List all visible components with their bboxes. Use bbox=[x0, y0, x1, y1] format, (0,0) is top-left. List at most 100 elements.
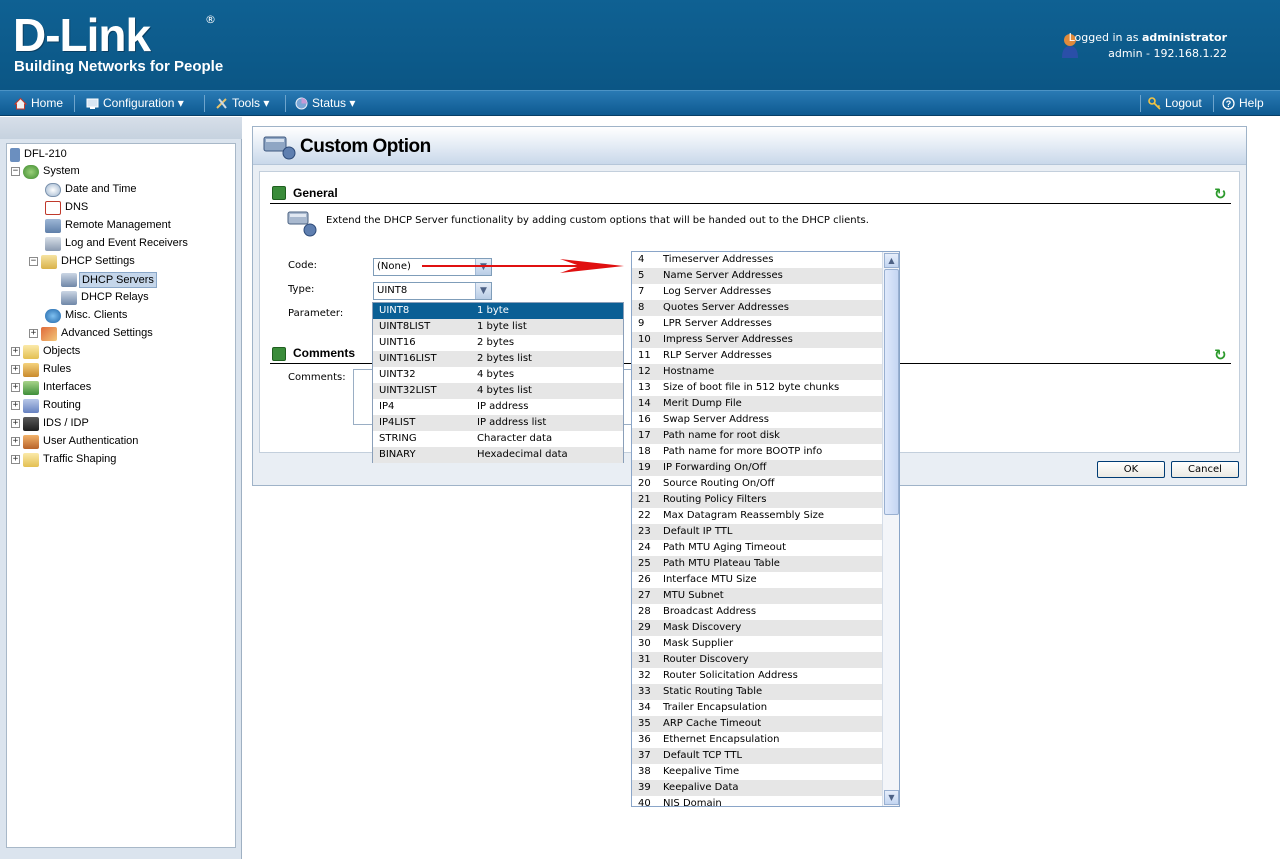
code-option[interactable]: 31 Router Discovery bbox=[632, 652, 883, 668]
code-option[interactable]: 5 Name Server Addresses bbox=[632, 268, 883, 284]
menu-tools[interactable]: Tools ▾ bbox=[215, 91, 269, 116]
tree-node-log-receivers[interactable]: Log and Event Receivers bbox=[45, 235, 190, 252]
code-option[interactable]: 29 Mask Discovery bbox=[632, 620, 883, 636]
code-option[interactable]: 17 Path name for root disk bbox=[632, 428, 883, 444]
scroll-up-icon[interactable]: ▲ bbox=[884, 253, 899, 268]
code-option[interactable]: 14 Merit Dump File bbox=[632, 396, 883, 412]
tree-node-traffic-shaping[interactable]: + Traffic Shaping bbox=[11, 451, 118, 468]
code-option[interactable]: 25 Path MTU Plateau Table bbox=[632, 556, 883, 572]
code-option[interactable]: 34 Trailer Encapsulation bbox=[632, 700, 883, 716]
type-option[interactable]: IP4 IP address bbox=[373, 399, 623, 415]
code-option[interactable]: 36 Ethernet Encapsulation bbox=[632, 732, 883, 748]
code-option-number: 12 bbox=[638, 366, 651, 377]
tree-node-dhcp-servers[interactable]: DHCP Servers bbox=[61, 271, 157, 288]
scrollbar[interactable]: ▲ ▼ bbox=[882, 252, 899, 806]
refresh-icon[interactable]: ↻ bbox=[1214, 187, 1228, 202]
expand-icon[interactable]: + bbox=[11, 365, 20, 374]
collapse-icon[interactable]: − bbox=[29, 257, 38, 266]
code-option[interactable]: 16 Swap Server Address bbox=[632, 412, 883, 428]
ok-button[interactable]: OK bbox=[1097, 461, 1165, 478]
code-option[interactable]: 12 Hostname bbox=[632, 364, 883, 380]
type-option[interactable]: UINT8 1 byte bbox=[373, 303, 623, 319]
menu-tools-label: Tools ▾ bbox=[232, 96, 270, 110]
code-option[interactable]: 22 Max Datagram Reassembly Size bbox=[632, 508, 883, 524]
tree-node-root[interactable]: DFL-210 bbox=[10, 146, 69, 163]
menu-logout[interactable]: Logout bbox=[1148, 91, 1202, 116]
type-option[interactable]: UINT16 2 bytes bbox=[373, 335, 623, 351]
tree-node-user-authentication[interactable]: + User Authentication bbox=[11, 433, 140, 450]
code-option[interactable]: 32 Router Solicitation Address bbox=[632, 668, 883, 684]
code-option[interactable]: 13 Size of boot file in 512 byte chunks bbox=[632, 380, 883, 396]
type-option[interactable]: UINT8LIST 1 byte list bbox=[373, 319, 623, 335]
code-option[interactable]: 20 Source Routing On/Off bbox=[632, 476, 883, 492]
code-option[interactable]: 33 Static Routing Table bbox=[632, 684, 883, 700]
expand-icon[interactable]: + bbox=[11, 401, 20, 410]
code-option[interactable]: 9 LPR Server Addresses bbox=[632, 316, 883, 332]
code-option-number: 10 bbox=[638, 334, 651, 345]
expand-icon[interactable]: + bbox=[11, 437, 20, 446]
scroll-down-icon[interactable]: ▼ bbox=[884, 790, 899, 805]
code-option[interactable]: 24 Path MTU Aging Timeout bbox=[632, 540, 883, 556]
code-option[interactable]: 4 Timeserver Addresses bbox=[632, 252, 883, 268]
type-option[interactable]: BINARY Hexadecimal data bbox=[373, 447, 623, 463]
section-divider bbox=[270, 203, 1231, 204]
code-option[interactable]: 10 Impress Server Addresses bbox=[632, 332, 883, 348]
tree-node-ids-idp[interactable]: + IDS / IDP bbox=[11, 415, 91, 432]
type-dropdown-list: UINT8 1 byte UINT8LIST 1 byte list UINT16 2… bbox=[372, 302, 624, 463]
code-option[interactable]: 30 Mask Supplier bbox=[632, 636, 883, 652]
tree-node-interfaces[interactable]: + Interfaces bbox=[11, 379, 93, 396]
chevron-down-icon[interactable]: ▼ bbox=[475, 283, 491, 299]
cancel-button[interactable]: Cancel bbox=[1171, 461, 1239, 478]
code-option[interactable]: 40 NIS Domain bbox=[632, 796, 883, 806]
code-option[interactable]: 27 MTU Subnet bbox=[632, 588, 883, 604]
code-option[interactable]: 18 Path name for more BOOTP info bbox=[632, 444, 883, 460]
code-option[interactable]: 11 RLP Server Addresses bbox=[632, 348, 883, 364]
expand-icon[interactable]: + bbox=[29, 329, 38, 338]
code-option[interactable]: 8 Quotes Server Addresses bbox=[632, 300, 883, 316]
menu-help[interactable]: ? Help bbox=[1222, 91, 1264, 116]
code-option[interactable]: 38 Keepalive Time bbox=[632, 764, 883, 780]
menu-separator bbox=[1140, 95, 1141, 112]
code-option[interactable]: 21 Routing Policy Filters bbox=[632, 492, 883, 508]
type-select[interactable]: UINT8 ▼ bbox=[373, 282, 492, 300]
type-option[interactable]: UINT32LIST 4 bytes list bbox=[373, 383, 623, 399]
code-option[interactable]: 23 Default IP TTL bbox=[632, 524, 883, 540]
tree-node-routing[interactable]: + Routing bbox=[11, 397, 83, 414]
tree-node-advanced-settings[interactable]: + Advanced Settings bbox=[29, 325, 155, 342]
code-option[interactable]: 19 IP Forwarding On/Off bbox=[632, 460, 883, 476]
code-option[interactable]: 7 Log Server Addresses bbox=[632, 284, 883, 300]
type-option-name: UINT8 bbox=[379, 305, 410, 316]
menu-home[interactable]: Home bbox=[14, 91, 63, 116]
type-option[interactable]: IP4LIST IP address list bbox=[373, 415, 623, 431]
tree-node-objects[interactable]: + Objects bbox=[11, 343, 82, 360]
type-option[interactable]: UINT16LIST 2 bytes list bbox=[373, 351, 623, 367]
code-option-number: 20 bbox=[638, 478, 651, 489]
refresh-icon[interactable]: ↻ bbox=[1214, 348, 1228, 363]
code-option[interactable]: 28 Broadcast Address bbox=[632, 604, 883, 620]
menu-configuration[interactable]: Configuration ▾ bbox=[86, 91, 184, 116]
code-option[interactable]: 39 Keepalive Data bbox=[632, 780, 883, 796]
collapse-icon[interactable]: − bbox=[11, 167, 20, 176]
tree-node-dhcp-settings[interactable]: − DHCP Settings bbox=[29, 253, 137, 270]
expand-icon[interactable]: + bbox=[11, 455, 20, 464]
type-option[interactable]: UINT32 4 bytes bbox=[373, 367, 623, 383]
tree-node-dns[interactable]: DNS bbox=[45, 199, 90, 216]
tree-node-dhcp-relays[interactable]: DHCP Relays bbox=[61, 289, 151, 306]
expand-icon[interactable]: + bbox=[11, 347, 20, 356]
code-option[interactable]: 37 Default TCP TTL bbox=[632, 748, 883, 764]
expand-icon[interactable]: + bbox=[11, 383, 20, 392]
code-option[interactable]: 35 ARP Cache Timeout bbox=[632, 716, 883, 732]
tree-node-system[interactable]: − System bbox=[11, 163, 82, 180]
expand-icon[interactable]: + bbox=[11, 419, 20, 428]
tree-node-rules[interactable]: + Rules bbox=[11, 361, 73, 378]
tree-node-remote-management[interactable]: Remote Management bbox=[45, 217, 173, 234]
code-option-number: 29 bbox=[638, 622, 651, 633]
menu-status[interactable]: Status ▾ bbox=[295, 91, 355, 116]
code-option[interactable]: 26 Interface MTU Size bbox=[632, 572, 883, 588]
tree-node-date-time[interactable]: Date and Time bbox=[45, 181, 139, 198]
login-status: Logged in as administrator bbox=[1069, 31, 1227, 44]
code-option-name: Ethernet Encapsulation bbox=[663, 734, 780, 745]
type-option[interactable]: STRING Character data bbox=[373, 431, 623, 447]
tree-node-misc-clients[interactable]: Misc. Clients bbox=[45, 307, 129, 324]
scrollbar-thumb[interactable] bbox=[884, 269, 899, 515]
